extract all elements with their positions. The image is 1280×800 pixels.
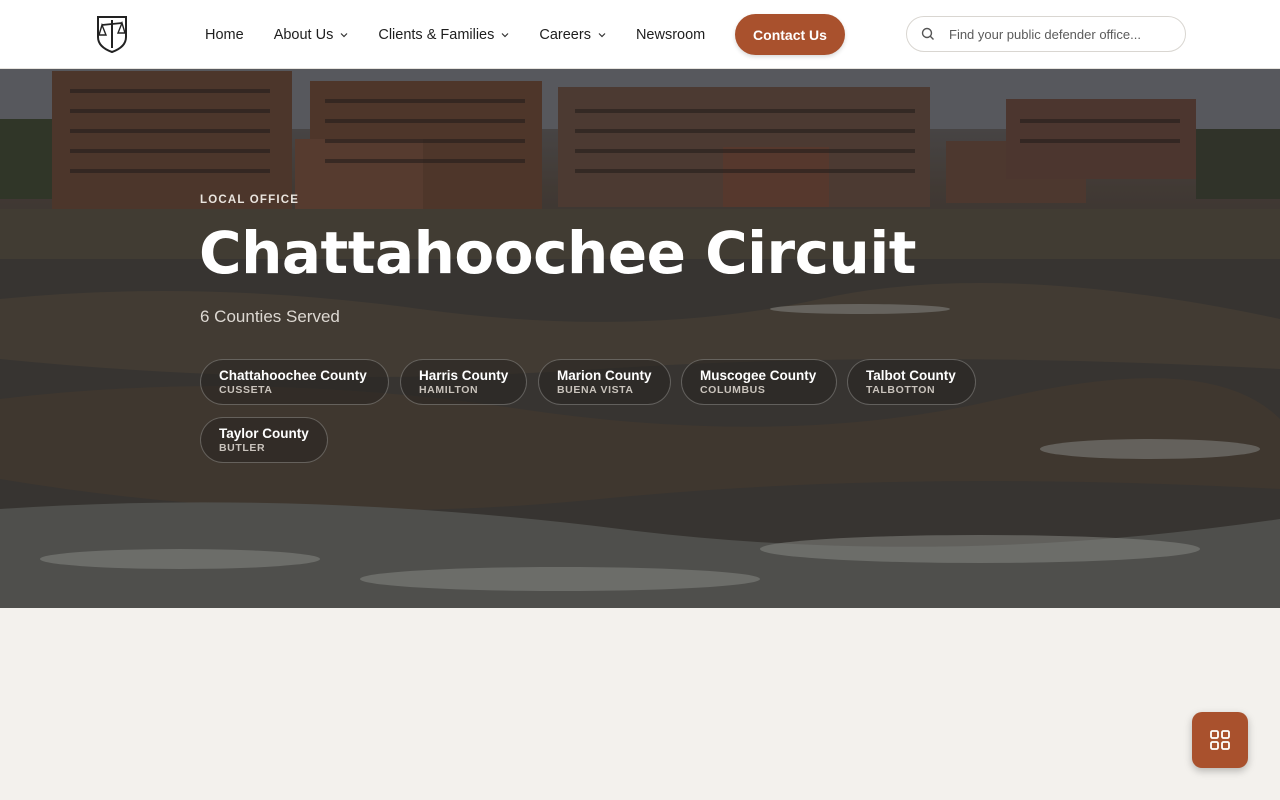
office-search[interactable] xyxy=(906,16,1186,52)
nav-careers[interactable]: Careers xyxy=(539,0,606,69)
county-name: Harris County xyxy=(419,368,509,383)
county-seat: CUSSETA xyxy=(219,384,273,396)
scales-shield-logo-icon[interactable] xyxy=(96,15,128,54)
county-seat: BUENA VISTA xyxy=(557,384,634,396)
page-title: Chattahoochee Circuit xyxy=(199,219,916,287)
contact-us-button[interactable]: Contact Us xyxy=(735,14,845,55)
nav-home-label: Home xyxy=(205,26,244,43)
county-name: Talbot County xyxy=(866,368,956,383)
nav-clients-families[interactable]: Clients & Families xyxy=(378,0,509,69)
county-chip-marion[interactable]: Marion County BUENA VISTA xyxy=(538,359,671,405)
nav-home[interactable]: Home xyxy=(205,0,244,69)
nav-clients-families-label: Clients & Families xyxy=(378,26,495,43)
county-seat: HAMILTON xyxy=(419,384,479,396)
chevron-down-icon xyxy=(501,32,509,37)
county-chip-talbot[interactable]: Talbot County TALBOTTON xyxy=(847,359,976,405)
county-seat: BUTLER xyxy=(219,442,266,454)
counties-served-count: 6 Counties Served xyxy=(200,307,340,326)
county-name: Marion County xyxy=(557,368,652,383)
contact-us-label: Contact Us xyxy=(753,26,827,43)
county-chip-harris[interactable]: Harris County HAMILTON xyxy=(400,359,527,405)
chevron-down-icon xyxy=(340,32,348,37)
county-name: Chattahoochee County xyxy=(219,368,367,383)
county-name: Muscogee County xyxy=(700,368,817,383)
nav-careers-label: Careers xyxy=(539,26,591,43)
hero-banner: LOCAL OFFICE Chattahoochee Circuit 6 Cou… xyxy=(0,69,1280,608)
county-seat: TALBOTTON xyxy=(866,384,936,396)
county-seat: COLUMBUS xyxy=(700,384,766,396)
county-chip-taylor[interactable]: Taylor County BUTLER xyxy=(200,417,328,463)
nav-newsroom-label: Newsroom xyxy=(635,26,706,43)
site-header: Home About Us Clients & Families Careers… xyxy=(0,0,1280,69)
county-name: Taylor County xyxy=(219,426,309,441)
search-icon xyxy=(921,27,934,40)
hero-eyebrow: LOCAL OFFICE xyxy=(200,194,300,206)
nav-about-us[interactable]: About Us xyxy=(274,0,349,69)
quick-links-button[interactable] xyxy=(1192,712,1248,768)
nav-newsroom[interactable]: Newsroom xyxy=(636,0,705,69)
county-chip-muscogee[interactable]: Muscogee County COLUMBUS xyxy=(681,359,837,405)
county-chip-chattahoochee[interactable]: Chattahoochee County CUSSETA xyxy=(200,359,389,405)
search-input[interactable] xyxy=(949,26,1169,42)
nav-about-us-label: About Us xyxy=(273,26,334,43)
grid-icon xyxy=(1210,730,1230,750)
hero-overlay xyxy=(0,69,1280,608)
main-nav: Home About Us Clients & Families Careers… xyxy=(205,0,735,69)
chevron-down-icon xyxy=(598,32,606,37)
